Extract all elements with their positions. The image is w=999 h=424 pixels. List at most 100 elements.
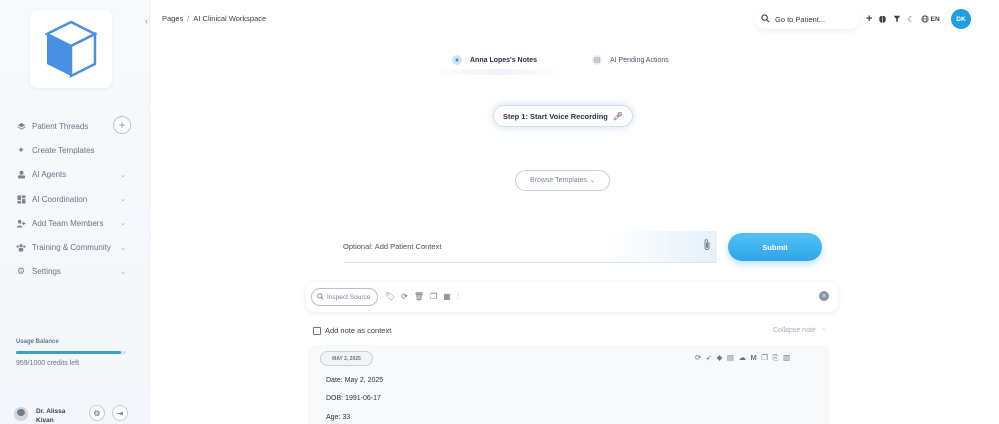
sidebar-item-label: Create Templates — [32, 145, 95, 155]
chevron-up-icon: ⌃ — [821, 328, 826, 334]
logout-icon: ⇥ — [116, 408, 124, 418]
search-icon — [317, 292, 324, 302]
breadcrumb: Pages / AI Clinical Workspace — [162, 14, 266, 23]
close-icon[interactable]: × — [819, 291, 829, 301]
tab-patient-notes[interactable]: ● Anna Lopes's Notes — [452, 52, 537, 68]
usage-progress-fill — [16, 351, 122, 354]
step-label: Step 1: Start Voice Recording — [502, 111, 608, 121]
patient-context-field[interactable] — [343, 231, 717, 263]
chevron-down-icon: ⌄ — [120, 196, 126, 204]
collapse-note-toggle[interactable]: Collapse note ⌃ — [773, 327, 826, 334]
inspect-source-search[interactable]: Inspect Source — [311, 288, 378, 306]
layers-icon — [16, 121, 26, 131]
document-icon[interactable]: ▥ — [783, 353, 790, 363]
logout-button[interactable]: ⇥ — [112, 405, 128, 421]
start-voice-recording-button[interactable]: Step 1: Start Voice Recording 🎤︎ — [493, 105, 633, 127]
split-icon[interactable]: ⫶ — [457, 292, 459, 302]
chevron-down-icon: ⌄ — [120, 268, 126, 276]
sidebar-item-training-community[interactable]: Training & Community ⌄ — [16, 235, 140, 259]
inspect-source-placeholder: Inspect Source — [327, 293, 371, 301]
share-icon[interactable]: ◆ — [717, 353, 723, 363]
chevron-down-icon: ⌄ — [120, 220, 126, 228]
copy-icon[interactable]: ❐ — [430, 292, 437, 302]
tab-ai-pending-actions[interactable]: ▤ AI Pending Actions — [592, 52, 669, 68]
filter-icon[interactable] — [893, 15, 901, 23]
add-note-as-context[interactable]: Add note as context — [313, 326, 391, 335]
active-tab-indicator — [434, 69, 562, 75]
user-name: Dr. Alissa Kivan — [36, 408, 66, 424]
add-note-checkbox[interactable] — [313, 326, 321, 335]
note-date-chip: MAY 2, 2025 — [320, 351, 373, 366]
patient-context-input[interactable] — [343, 242, 673, 251]
refresh-icon[interactable]: ⟳ — [695, 353, 701, 363]
chevron-left-icon[interactable]: ‹ — [145, 16, 148, 26]
app-logo[interactable] — [30, 10, 112, 88]
sidebar-item-ai-agents[interactable]: AI Agents ⌄ — [16, 163, 140, 187]
sidebar-item-label: Settings — [32, 267, 61, 277]
sidebar-item-label: AI Coordination — [32, 194, 88, 204]
search-input[interactable] — [775, 14, 845, 24]
usage-credits-text: 959/1000 credits left — [16, 360, 80, 367]
sidebar: ‹ Patient Threads + ✦ Create Templates A… — [0, 0, 150, 424]
browse-label: Browse Templates — [529, 177, 588, 184]
tab-label: Anna Lopes's Notes — [470, 56, 538, 64]
submit-button[interactable]: Submit — [728, 233, 822, 261]
cloud-upload-icon[interactable]: ☁ — [738, 353, 746, 363]
tag-icon[interactable]: 🏷︎ — [385, 292, 395, 302]
grid-icon — [16, 194, 26, 204]
sidebar-item-create-templates[interactable]: ✦ Create Templates — [16, 138, 140, 162]
sidebar-item-label: Add Team Members — [32, 218, 104, 228]
plus-icon[interactable]: + — [866, 13, 872, 25]
add-thread-button[interactable]: + — [113, 116, 131, 134]
refresh-icon[interactable]: ⟳ — [401, 292, 408, 302]
search-icon — [761, 13, 770, 25]
user-profile: Dr. Alissa Kivan ⚙ ⇥ — [14, 405, 144, 424]
group-icon — [16, 243, 26, 253]
browse-templates-button[interactable]: Browse Templates ⌄ — [515, 170, 610, 191]
gear-icon: ⚙ — [93, 408, 101, 418]
cube-logo-icon — [44, 20, 98, 79]
breadcrumb-root[interactable]: Pages — [162, 14, 183, 23]
note-age-line: Age: 33 — [326, 414, 351, 421]
microphone-icon: 🎤︎ — [612, 111, 624, 121]
paperclip-icon[interactable] — [703, 238, 711, 254]
note-panel: MAY 2, 2025 ⟳ ➶ ◆ ▤ ☁ M ❐ ⎘ ▥ Date: May … — [308, 345, 830, 424]
sidebar-nav: Patient Threads + ✦ Create Templates AI … — [16, 114, 140, 284]
add-user-icon — [16, 218, 26, 228]
add-note-label: Add note as context — [325, 326, 392, 335]
user-avatar-button[interactable]: DK — [951, 9, 971, 29]
moon-icon[interactable]: ☾ — [907, 15, 914, 24]
send-icon[interactable]: ➶ — [706, 353, 712, 363]
sidebar-item-add-team-members[interactable]: Add Team Members ⌄ — [16, 211, 140, 235]
sidebar-item-patient-threads[interactable]: Patient Threads + — [16, 114, 140, 138]
table-icon[interactable]: ▦ — [443, 292, 451, 302]
toolbar-icons: 🏷︎ ⟳ 🗑︎ ❐ ▦ ⫶ — [385, 292, 459, 302]
sidebar-item-label: Patient Threads — [32, 121, 89, 131]
pdf-icon[interactable]: ⎘ — [772, 353, 778, 363]
chevron-down-icon: ⌄ — [590, 178, 596, 184]
tab-label: AI Pending Actions — [610, 56, 669, 64]
gmail-icon[interactable]: M — [750, 353, 756, 363]
note-date-line: Date: May 2, 2025 — [326, 377, 384, 384]
avatar[interactable] — [14, 407, 28, 421]
sidebar-item-ai-coordination[interactable]: AI Coordination ⌄ — [16, 187, 140, 211]
patient-search[interactable] — [755, 9, 860, 29]
gear-icon: ⚙ — [16, 266, 26, 277]
chevron-down-icon: ⌄ — [120, 244, 126, 252]
brain-icon[interactable] — [878, 15, 887, 24]
clipboard-icon: ▤ — [592, 55, 602, 65]
breadcrumb-current: AI Clinical Workspace — [193, 14, 267, 23]
note-actions: ⟳ ➶ ◆ ▤ ☁ M ❐ ⎘ ▥ — [695, 353, 790, 363]
clipboard-icon[interactable]: ▤ — [727, 353, 734, 363]
usage-balance-title: Usage Balance — [16, 339, 59, 345]
user-robot-icon — [16, 170, 26, 180]
header-actions: + ☾ EN — [866, 13, 940, 25]
language-selector[interactable]: EN — [931, 16, 940, 23]
note-toolbar: Inspect Source 🏷︎ ⟳ 🗑︎ ❐ ▦ ⫶ × — [306, 282, 838, 312]
user-settings-button[interactable]: ⚙ — [89, 405, 105, 421]
sidebar-item-settings[interactable]: ⚙ Settings ⌄ — [16, 260, 140, 284]
trash-icon[interactable]: 🗑︎ — [414, 292, 424, 302]
chevron-down-icon: ⌄ — [120, 171, 126, 179]
copy-icon[interactable]: ❐ — [761, 353, 768, 363]
globe-icon[interactable] — [921, 15, 929, 23]
